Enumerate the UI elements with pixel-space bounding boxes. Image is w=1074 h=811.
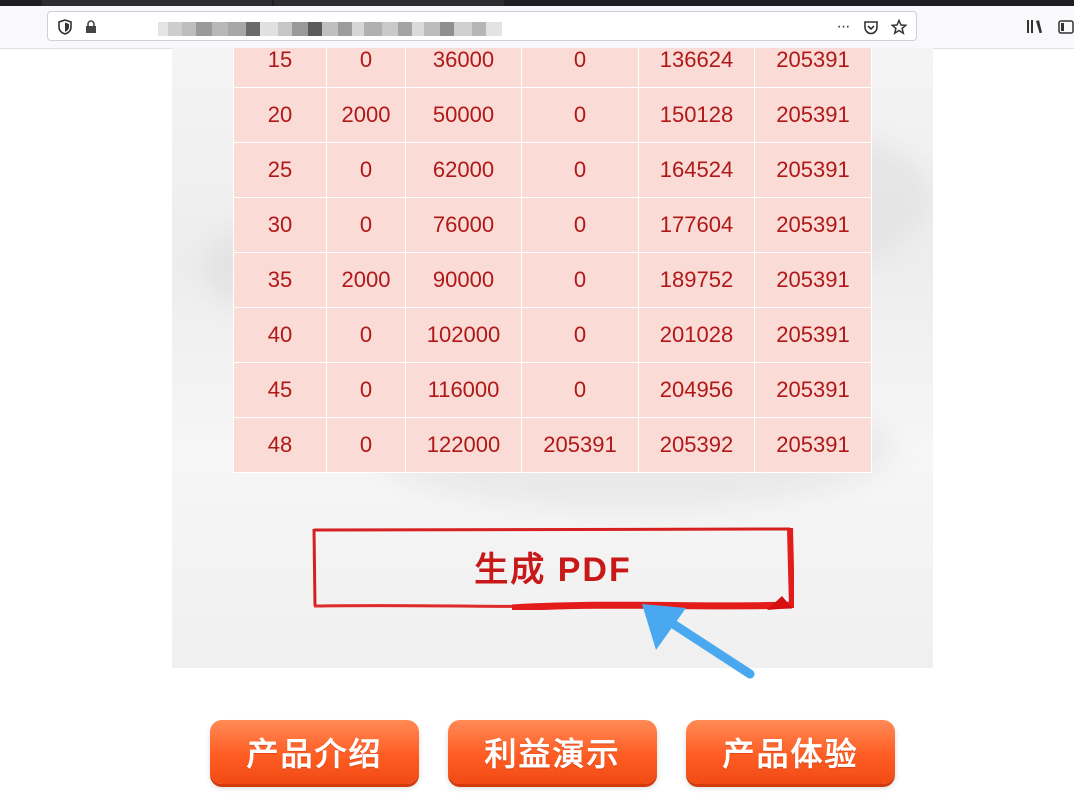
table-cell: 2000 xyxy=(326,252,406,308)
generate-pdf-button[interactable]: 生成 PDF xyxy=(312,526,794,610)
table-cell: 116000 xyxy=(405,362,522,418)
table-cell: 0 xyxy=(326,417,406,473)
table-cell: 2000 xyxy=(326,87,406,143)
table-cell: 164524 xyxy=(638,142,755,198)
table-cell: 136624 xyxy=(638,48,755,88)
table-cell: 40 xyxy=(233,307,327,363)
table-cell: 0 xyxy=(521,48,639,88)
table-cell: 205391 xyxy=(754,197,872,253)
sidebar-icon[interactable] xyxy=(1058,19,1074,40)
table-cell: 0 xyxy=(326,307,406,363)
table-cell: 204956 xyxy=(638,362,755,418)
benefit-table: 15 0 36000 0 136624 205391 20 2000 50000 0 150128 2… xyxy=(233,48,872,473)
product-intro-button[interactable]: 产品介绍 xyxy=(210,720,419,784)
table-row: 25 0 62000 0 164524 205391 xyxy=(233,142,872,198)
table-cell: 62000 xyxy=(405,142,522,198)
table-cell: 15 xyxy=(233,48,327,88)
table-cell: 0 xyxy=(326,197,406,253)
table-cell: 0 xyxy=(521,87,639,143)
table-cell: 45 xyxy=(233,362,327,418)
table-cell: 50000 xyxy=(405,87,522,143)
table-cell: 0 xyxy=(521,197,639,253)
table-cell: 0 xyxy=(521,252,639,308)
pocket-icon[interactable] xyxy=(862,18,880,36)
table-row: 45 0 116000 0 204956 205391 xyxy=(233,362,872,418)
lock-icon[interactable] xyxy=(82,18,100,36)
table-cell: 0 xyxy=(521,307,639,363)
table-cell: 0 xyxy=(326,362,406,418)
product-trial-button[interactable]: 产品体验 xyxy=(686,720,895,784)
table-cell: 0 xyxy=(326,142,406,198)
generate-pdf-label: 生成 PDF xyxy=(474,551,632,589)
table-cell: 35 xyxy=(233,252,327,308)
shield-icon[interactable] xyxy=(56,18,74,36)
table-cell: 0 xyxy=(326,48,406,88)
pointer-arrow-icon xyxy=(642,604,755,679)
table-cell: 102000 xyxy=(405,307,522,363)
more-icon[interactable]: ··· xyxy=(834,18,852,36)
table-row: 40 0 102000 0 201028 205391 xyxy=(233,307,872,363)
table-cell: 30 xyxy=(233,197,327,253)
table-cell: 177604 xyxy=(638,197,755,253)
table-cell: 48 xyxy=(233,417,327,473)
table-cell: 205392 xyxy=(638,417,755,473)
table-cell: 205391 xyxy=(754,362,872,418)
table-cell: 189752 xyxy=(638,252,755,308)
star-icon[interactable] xyxy=(890,18,908,36)
table-cell: 205391 xyxy=(754,252,872,308)
table-cell: 122000 xyxy=(405,417,522,473)
table-cell: 90000 xyxy=(405,252,522,308)
obscured-url xyxy=(158,22,502,36)
library-icon[interactable] xyxy=(1026,19,1044,40)
table-cell: 0 xyxy=(521,142,639,198)
table-cell: 205391 xyxy=(754,87,872,143)
table-cell: 205391 xyxy=(521,417,639,473)
table-row: 20 2000 50000 0 150128 205391 xyxy=(233,87,872,143)
table-cell: 25 xyxy=(233,142,327,198)
table-cell: 205391 xyxy=(754,142,872,198)
table-cell: 150128 xyxy=(638,87,755,143)
browser-toolbar: ··· xyxy=(0,6,1074,49)
table-cell: 76000 xyxy=(405,197,522,253)
table-cell: 205391 xyxy=(754,417,872,473)
table-cell: 201028 xyxy=(638,307,755,363)
table-row: 48 0 122000 205391 205392 205391 xyxy=(233,417,872,473)
table-cell: 0 xyxy=(521,362,639,418)
table-cell: 205391 xyxy=(754,307,872,363)
table-row: 30 0 76000 0 177604 205391 xyxy=(233,197,872,253)
table-cell: 205391 xyxy=(754,48,872,88)
table-row: 35 2000 90000 0 189752 205391 xyxy=(233,252,872,308)
table-cell: 20 xyxy=(233,87,327,143)
table-cell: 36000 xyxy=(405,48,522,88)
address-bar[interactable]: ··· xyxy=(47,11,917,41)
table-row: 15 0 36000 0 136624 205391 xyxy=(233,48,872,88)
content-card: 15 0 36000 0 136624 205391 20 2000 50000 0 150128 2… xyxy=(172,48,933,668)
benefit-demo-button[interactable]: 利益演示 xyxy=(448,720,657,784)
